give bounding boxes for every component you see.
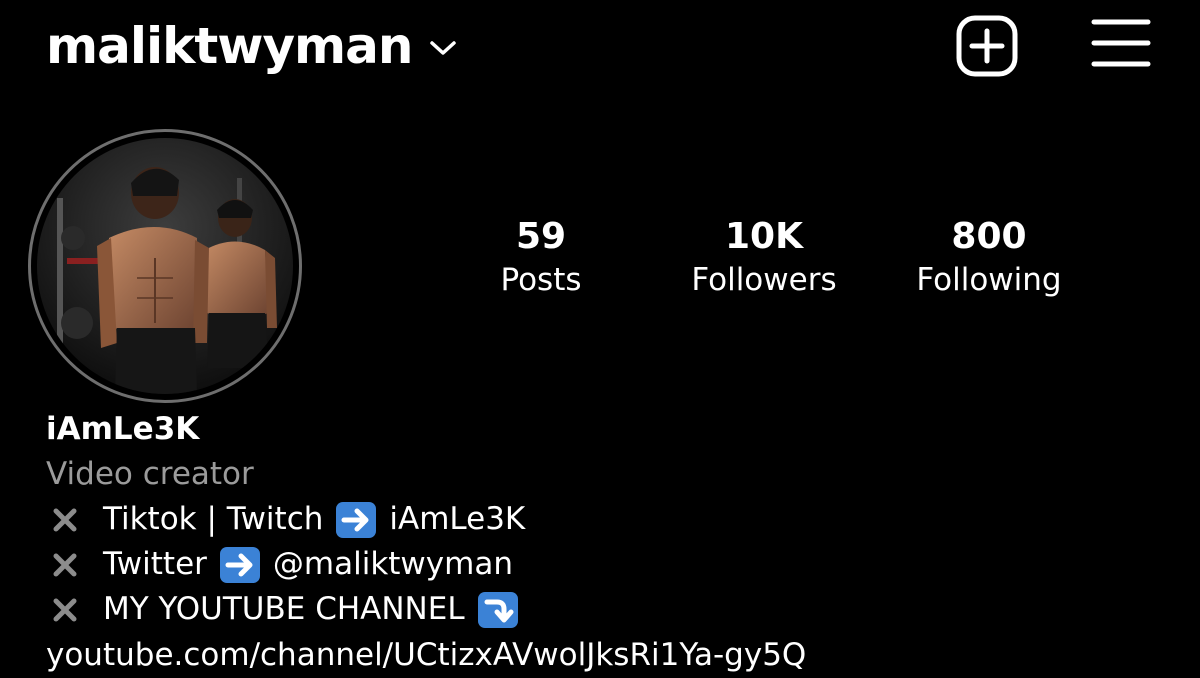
stat-following[interactable]: 800 Following — [879, 214, 1099, 300]
username-title: maliktwyman — [46, 17, 413, 75]
heavy-x-icon — [53, 553, 77, 576]
hamburger-menu-icon[interactable] — [1090, 16, 1152, 70]
curved-down-arrow-emoji-icon — [477, 591, 519, 629]
posts-label: Posts — [500, 262, 582, 298]
bio-line-handle: @maliktwyman — [272, 546, 513, 582]
bio-line-text: MY YOUTUBE CHANNEL — [103, 591, 465, 627]
bio-line-twitter: Twitter @maliktwyman — [46, 542, 1186, 587]
stat-posts[interactable]: 59 Posts — [431, 214, 651, 300]
display-name: iAmLe3K — [46, 411, 200, 447]
avatar-photo — [37, 138, 293, 394]
posts-count: 59 — [515, 216, 567, 257]
right-arrow-emoji-icon — [335, 501, 377, 539]
heavy-x-icon — [53, 598, 77, 621]
bio-line-text: Tiktok | Twitch — [103, 501, 324, 537]
stat-followers[interactable]: 10K Followers — [654, 214, 874, 300]
profile-bio: iAmLe3K Video creator Tiktok | Twitch iA… — [46, 407, 1186, 678]
plus-square-icon[interactable] — [955, 14, 1019, 78]
profile-avatar[interactable] — [28, 129, 302, 403]
bio-line-text: Twitter — [103, 546, 207, 582]
youtube-link[interactable]: youtube.com/channel/UCtizxAVwolJksRi1Ya-… — [46, 632, 1186, 678]
bio-line-youtube: MY YOUTUBE CHANNEL — [46, 587, 1186, 632]
followers-label: Followers — [691, 262, 837, 298]
chevron-down-icon — [429, 41, 456, 55]
following-count: 800 — [951, 216, 1027, 257]
followers-count: 10K — [725, 216, 803, 257]
bio-line-handle: iAmLe3K — [389, 501, 526, 537]
account-switcher[interactable]: maliktwyman — [46, 14, 457, 78]
following-label: Following — [916, 262, 1062, 298]
heavy-x-icon — [53, 508, 77, 531]
bio-line-tiktok-twitch: Tiktok | Twitch iAmLe3K — [46, 497, 1186, 542]
right-arrow-emoji-icon — [219, 546, 261, 584]
category-label: Video creator — [46, 456, 254, 492]
profile-header: maliktwyman — [0, 0, 1200, 100]
